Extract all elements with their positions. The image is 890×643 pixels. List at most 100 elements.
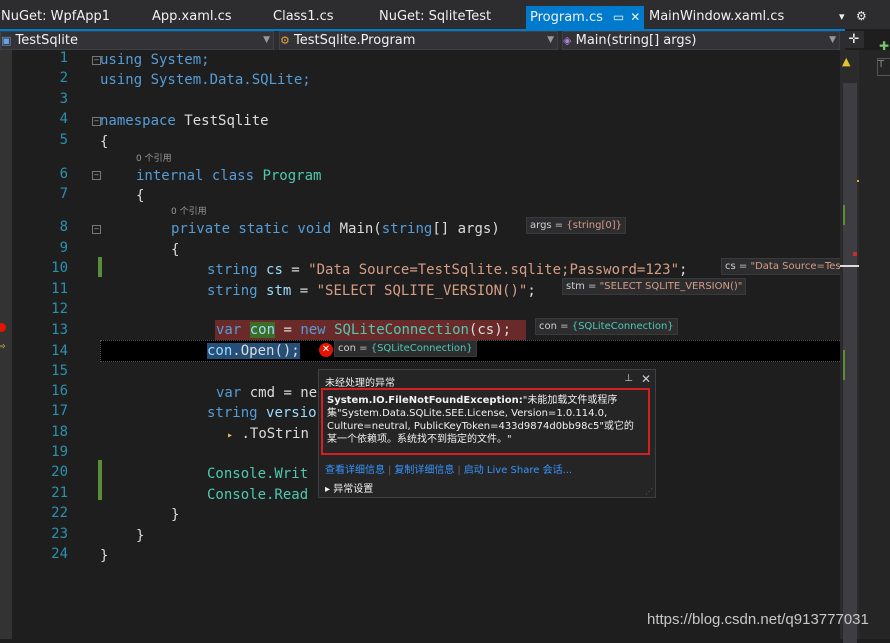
tab-overflow-dropdown-icon[interactable]: ▾ xyxy=(838,6,845,27)
tab-label: App.xaml.cs xyxy=(152,9,232,24)
exception-settings-toggle[interactable]: ▸ 异常设置 xyxy=(325,480,373,495)
side-panel: ✚ T xyxy=(859,39,890,639)
tab-label: Class1.cs xyxy=(273,9,334,24)
code-line-22: } xyxy=(171,505,179,525)
class-dropdown[interactable]: ⚙ TestSqlite.Program ▼ xyxy=(279,31,558,50)
class-name: Program xyxy=(262,168,322,184)
keyword: internal class xyxy=(136,168,255,184)
statement: cmd = ne xyxy=(249,385,318,401)
type: string xyxy=(381,221,433,237)
add-icon[interactable]: ✚ xyxy=(879,39,889,53)
split-editor-icon[interactable]: ✛ xyxy=(844,31,864,48)
variable: versio xyxy=(266,405,317,421)
type: SQLiteConnection xyxy=(334,322,469,338)
method-call: .Open(); xyxy=(232,343,300,359)
codelens-references[interactable]: 0 个引用 xyxy=(171,204,207,217)
member-dropdown[interactable]: ◈ Main(string[] args) ▼ xyxy=(562,31,840,50)
semicolon: ; xyxy=(527,283,536,299)
close-icon[interactable]: ✕ xyxy=(630,10,640,24)
datatip-value: {SQLiteConnection} xyxy=(370,343,473,354)
tab-nuget-sqlitetest[interactable]: NuGet: SqliteTest xyxy=(378,6,491,27)
exception-helper-popup: 未经处理的异常 ⊥ ✕ System.IO.FileNotFoundExcept… xyxy=(318,369,656,498)
exception-message[interactable]: System.IO.FileNotFoundException:"未能加载文件或… xyxy=(327,394,642,446)
project-label: TestSqlite xyxy=(15,33,78,48)
semicolon: ; xyxy=(679,262,688,278)
search-box[interactable]: T xyxy=(877,58,890,76)
using-statement: using System; xyxy=(100,52,210,68)
variable: cs xyxy=(266,262,283,278)
copy-details-link[interactable]: 复制详细信息 xyxy=(394,465,454,476)
close-icon[interactable]: ✕ xyxy=(641,372,651,386)
code-line-13: var con = new SQLiteConnection(cs); xyxy=(216,320,511,340)
datatip-name: args xyxy=(530,220,552,231)
code-line-23: } xyxy=(136,526,144,546)
keyword: var xyxy=(216,385,242,401)
line-number: 3 xyxy=(59,91,68,107)
datatip-cs[interactable]: cs = "Data Source=Test xyxy=(721,258,840,275)
line-number: 6 xyxy=(59,166,68,182)
vertical-scrollbar[interactable]: ▲ xyxy=(840,50,859,643)
tab-mainwindow-xaml-cs[interactable]: MainWindow.xaml.cs xyxy=(648,6,784,27)
line-number: 2 xyxy=(59,70,68,86)
view-details-link[interactable]: 查看详细信息 xyxy=(325,465,385,476)
codelens-references[interactable]: 0 个引用 xyxy=(136,151,172,164)
tab-app-xaml-cs[interactable]: App.xaml.cs xyxy=(151,6,232,27)
tab-nuget-wpfapp1[interactable]: NuGet: WpfApp1 xyxy=(0,6,110,27)
chevron-right-icon: ▸ xyxy=(325,484,331,495)
pin-icon[interactable]: ⊥ xyxy=(624,373,633,384)
datatip-con-line14[interactable]: con = {SQLiteConnection} xyxy=(334,340,477,357)
collapse-icon[interactable]: − xyxy=(92,225,101,234)
code-editor[interactable]: 1 2 3 4 5 6 7 8 9 10 11 12 13 14 15 16 1… xyxy=(12,50,840,639)
project-dropdown[interactable]: ▣ TestSqlite ▼ xyxy=(0,31,274,50)
tab-program-cs[interactable]: Program.cs ▭ ✕ xyxy=(526,6,645,29)
exception-links: 查看详细信息 | 复制详细信息 | 启动 Live Share 会话... xyxy=(325,465,573,476)
datatip-value: "SELECT SQLITE_VERSION()" xyxy=(599,281,743,292)
tab-label: Program.cs xyxy=(530,10,603,25)
gear-icon[interactable]: ⚙ xyxy=(855,6,867,27)
scroll-marker xyxy=(853,252,857,256)
breakpoint-icon[interactable] xyxy=(0,323,6,332)
exception-title: 未经处理的异常 xyxy=(325,378,395,389)
datatip-name: stm xyxy=(566,281,585,292)
line-number: 21 xyxy=(51,485,68,501)
error-icon[interactable]: ✕ xyxy=(319,343,333,357)
start-live-share-link[interactable]: 启动 Live Share 会话... xyxy=(464,465,572,476)
code-line-2: using System.Data.SQLite; xyxy=(100,70,311,90)
code-line-4: namespace TestSqlite xyxy=(100,111,269,131)
chevron-down-icon: ▼ xyxy=(547,35,554,45)
datatip-con[interactable]: con = {SQLiteConnection} xyxy=(535,318,678,335)
line-number: 4 xyxy=(59,111,68,127)
code-line-7: { xyxy=(136,186,144,206)
datatip-args[interactable]: args = {string[0]} xyxy=(526,217,626,234)
datatip-name: con xyxy=(539,321,557,332)
code-line-1: using System; xyxy=(100,50,210,70)
variable: con xyxy=(249,322,276,338)
datatip-value: "Data Source=Test xyxy=(750,261,840,272)
line-number: 9 xyxy=(59,240,68,256)
method-call: Console.Read xyxy=(207,487,309,503)
tab-label: NuGet: SqliteTest xyxy=(379,9,492,24)
pin-icon[interactable]: ▭ xyxy=(613,10,624,24)
keyword: var xyxy=(216,322,242,338)
keyword: namespace xyxy=(100,113,176,129)
brace: } xyxy=(171,507,180,523)
resize-grip-icon[interactable]: ⋰ xyxy=(645,487,653,496)
keyword: string xyxy=(207,405,258,421)
line-number: 13 xyxy=(51,322,68,338)
tab-label: MainWindow.xaml.cs xyxy=(649,9,785,24)
collapse-icon[interactable]: − xyxy=(92,171,101,180)
datatip-stm[interactable]: stm = "SELECT SQLITE_VERSION()" xyxy=(562,278,747,295)
line-number: 24 xyxy=(51,546,68,562)
code-line-6: internal class Program xyxy=(136,166,321,186)
tab-class1-cs[interactable]: Class1.cs xyxy=(272,6,334,27)
method-icon: ◈ xyxy=(563,34,572,47)
variable: stm xyxy=(266,283,292,299)
method-call: Console.Writ xyxy=(207,466,309,482)
class-icon: ⚙ xyxy=(280,34,290,47)
code-line-5: { xyxy=(100,132,108,152)
indicator-margin: ⇨ xyxy=(0,50,12,639)
code-line-20: Console.Writ xyxy=(207,464,308,484)
scrollbar-thumb[interactable] xyxy=(843,83,857,643)
string-literal: "SELECT SQLITE_VERSION()" xyxy=(316,283,528,299)
warning-icon[interactable]: ▲ xyxy=(842,55,850,68)
